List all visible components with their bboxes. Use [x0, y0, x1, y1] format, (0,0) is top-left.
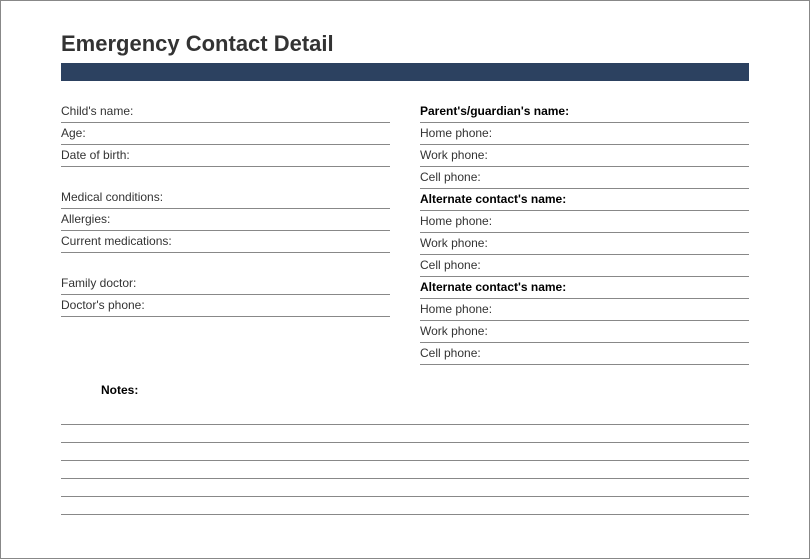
note-line — [61, 407, 749, 425]
right-column: Parent's/guardian's name: Home phone: Wo… — [420, 101, 749, 365]
field-doctor-phone[interactable]: Doctor's phone: — [61, 295, 390, 317]
field-home-phone-2[interactable]: Home phone: — [420, 211, 749, 233]
left-column: Child's name: Age: Date of birth: Medica… — [61, 101, 390, 365]
field-work-phone-1[interactable]: Work phone: — [420, 145, 749, 167]
title-bar — [61, 63, 749, 81]
field-alt-contact-1[interactable]: Alternate contact's name: — [420, 189, 749, 211]
form-columns: Child's name: Age: Date of birth: Medica… — [61, 101, 749, 365]
note-line — [61, 461, 749, 479]
field-current-medications[interactable]: Current medications: — [61, 231, 390, 253]
field-allergies[interactable]: Allergies: — [61, 209, 390, 231]
field-home-phone-3[interactable]: Home phone: — [420, 299, 749, 321]
field-cell-phone-1[interactable]: Cell phone: — [420, 167, 749, 189]
note-line — [61, 497, 749, 515]
field-medical-conditions[interactable]: Medical conditions: — [61, 187, 390, 209]
field-cell-phone-2[interactable]: Cell phone: — [420, 255, 749, 277]
field-work-phone-3[interactable]: Work phone: — [420, 321, 749, 343]
note-line — [61, 443, 749, 461]
field-work-phone-2[interactable]: Work phone: — [420, 233, 749, 255]
field-parent-name[interactable]: Parent's/guardian's name: — [420, 101, 749, 123]
notes-area[interactable] — [61, 407, 749, 515]
field-age[interactable]: Age: — [61, 123, 390, 145]
spacer — [61, 167, 390, 187]
field-cell-phone-3[interactable]: Cell phone: — [420, 343, 749, 365]
field-home-phone-1[interactable]: Home phone: — [420, 123, 749, 145]
form-page: Emergency Contact Detail Child's name: A… — [1, 1, 809, 535]
note-line — [61, 425, 749, 443]
field-alt-contact-2[interactable]: Alternate contact's name: — [420, 277, 749, 299]
field-child-name[interactable]: Child's name: — [61, 101, 390, 123]
page-title: Emergency Contact Detail — [61, 31, 749, 57]
field-dob[interactable]: Date of birth: — [61, 145, 390, 167]
notes-label: Notes: — [101, 383, 749, 397]
field-family-doctor[interactable]: Family doctor: — [61, 273, 390, 295]
spacer — [61, 253, 390, 273]
note-line — [61, 479, 749, 497]
